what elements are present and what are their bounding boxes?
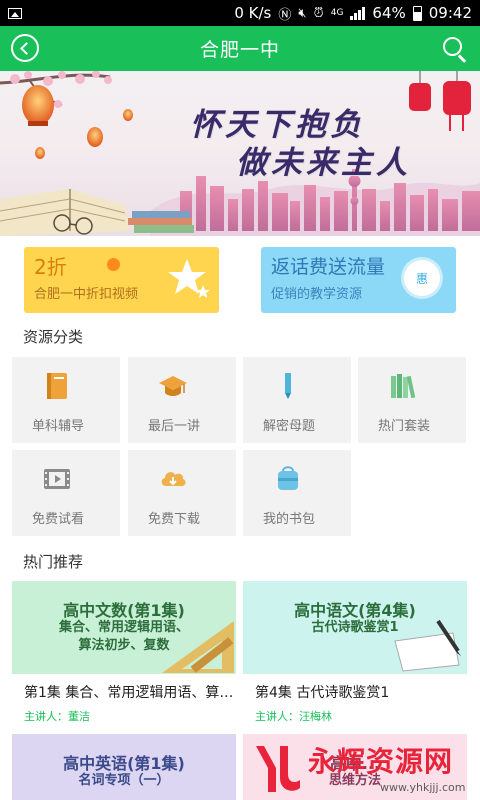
signal-icon [350, 6, 366, 20]
star-icon [168, 259, 210, 298]
schoolbag-icon [278, 466, 298, 490]
network-type: 4G [330, 8, 344, 18]
course-title: 第1集 集合、常用逻辑用语、算法初步、复数 [24, 685, 236, 701]
chevron-left-icon [20, 41, 33, 55]
category-label: 我的书包 [263, 512, 316, 527]
watermark-text: 永辉资源网 [308, 745, 454, 778]
book-icon [47, 373, 67, 399]
mute-icon: 🔇︎ [298, 5, 307, 21]
watermark-url: www.yhkjjj.com [380, 781, 466, 794]
category-single-subject[interactable]: 单科辅导 [12, 357, 120, 443]
categories-heading: 资源分类 [23, 328, 84, 346]
thumb-subtitle: 古代诗歌鉴赏1 [311, 620, 399, 635]
course-card[interactable]: 高中文数(第1集) 集合、常用逻辑用语、 算法初步、复数 第1集 集合、常用逻辑… [12, 581, 236, 727]
thumb-title: 高中文数(第1集) [63, 601, 185, 620]
thumb-subtitle: 集合、常用逻辑用语、 算法初步、复数 [58, 620, 189, 653]
category-label: 热门套装 [378, 419, 431, 434]
thumb-title: 高中英语(第1集) [63, 754, 185, 773]
app-header: 合肥一中 [0, 26, 480, 71]
category-decode-problems[interactable]: 解密母题 [243, 357, 351, 443]
back-button[interactable] [11, 34, 39, 62]
course-thumbnail: 高中语文(第4集) 古代诗歌鉴赏1 [243, 581, 467, 674]
discount-promo-card[interactable]: 2折 合肥一中折扣视频 [24, 247, 219, 313]
category-label: 免费试看 [32, 512, 85, 527]
recommendations-heading: 热门推荐 [23, 553, 84, 571]
category-free-preview[interactable]: 免费试看 [12, 450, 120, 536]
hero-banner[interactable]: 怀天下抱负 做未来主人 [0, 71, 480, 236]
graduation-cap-icon [159, 376, 187, 396]
search-button[interactable] [440, 34, 470, 64]
category-label: 解密母题 [263, 419, 316, 434]
banner-slogan-line2: 做未来主人 [236, 145, 411, 181]
gallery-notification-icon [8, 7, 22, 19]
watermark-logo-icon [256, 746, 300, 792]
alarm-icon: ⏰︎ [313, 5, 324, 21]
books-icon [391, 374, 416, 399]
course-teacher: 主讲人：汪梅林 [255, 710, 332, 723]
category-last-lecture[interactable]: 最后一讲 [128, 357, 236, 443]
course-title: 第4集 古代诗歌鉴赏1 [255, 685, 390, 701]
category-label: 单科辅导 [32, 419, 85, 434]
cloud-download-icon [161, 472, 186, 486]
category-label: 最后一讲 [148, 419, 201, 434]
category-my-schoolbag[interactable]: 我的书包 [243, 450, 351, 536]
course-thumbnail: 高中文数(第1集) 集合、常用逻辑用语、 算法初步、复数 [12, 581, 236, 674]
page-title: 合肥一中 [199, 39, 280, 61]
discount-badge-icon: 惠 [404, 260, 440, 296]
new-dot-icon [107, 258, 120, 271]
status-bar: 0 K/s Ⓝ 🔇︎ ⏰︎ 4G 64% 09:42 [0, 0, 480, 26]
thumb-subtitle: 名词专项（一） [78, 773, 170, 788]
thumb-title: 高中语文(第4集) [294, 601, 416, 620]
category-hot-sets[interactable]: 热门套装 [358, 357, 466, 443]
course-card[interactable]: 高中语文(第4集) 古代诗歌鉴赏1 第4集 古代诗歌鉴赏1 主讲人：汪梅林 [243, 581, 467, 727]
battery-icon [412, 5, 422, 21]
site-watermark: 永辉资源网 www.yhkjjj.com [250, 738, 480, 800]
clock: 09:42 [428, 4, 472, 22]
phone-credit-promo-card[interactable]: 返话费送流量 促销的教学资源 惠 [261, 247, 456, 313]
net-speed: 0 K/s [234, 4, 272, 22]
category-label: 免费下载 [148, 512, 201, 527]
course-card[interactable]: 高中英语(第1集) 名词专项（一） [12, 734, 236, 800]
category-free-download[interactable]: 免费下载 [128, 450, 236, 536]
nfc-icon: Ⓝ [278, 7, 292, 23]
battery-percent: 64% [372, 4, 406, 22]
pencil-icon [285, 373, 291, 399]
film-icon [44, 469, 70, 489]
course-teacher: 主讲人：董洁 [24, 710, 90, 723]
